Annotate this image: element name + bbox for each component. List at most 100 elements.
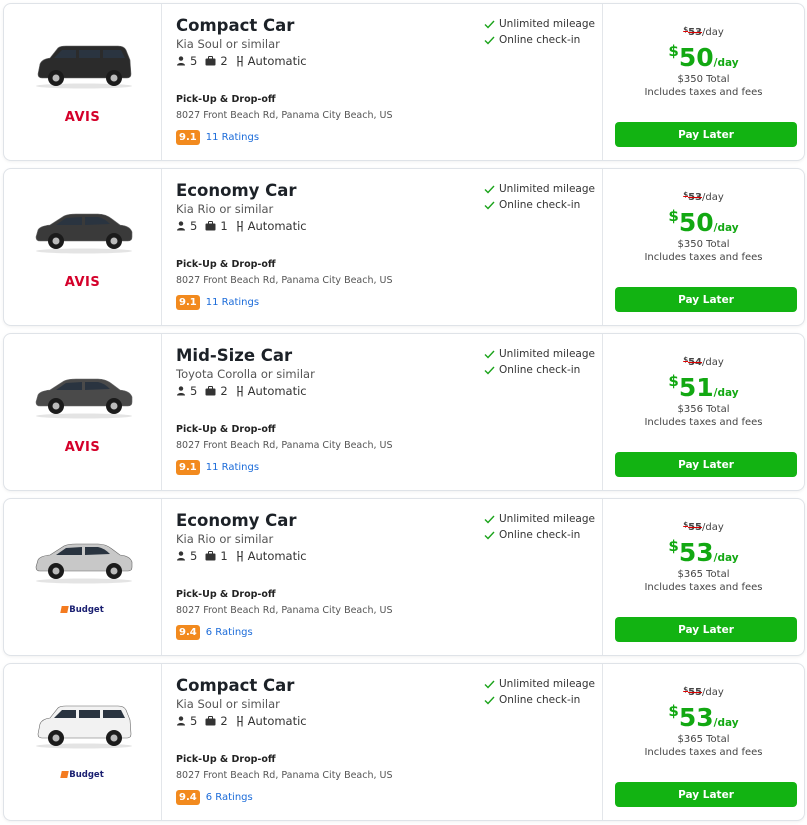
checkmark-icon — [484, 366, 495, 375]
price-currency: $ — [668, 42, 679, 60]
rating-score-badge: 9.1 — [176, 295, 200, 310]
vendor-name: Budget — [69, 605, 104, 615]
pickup-dropoff-label: Pick-Up & Drop-off — [176, 94, 276, 105]
pay-later-button[interactable]: Pay Later — [615, 452, 797, 477]
car-image[interactable] — [32, 205, 136, 255]
bags-count: 2 — [220, 54, 228, 68]
feature-label: Unlimited mileage — [499, 513, 595, 525]
car-category-title[interactable]: Compact Car — [176, 676, 294, 695]
price-column: $54/day $51/day $356 Total Includes taxe… — [603, 334, 804, 490]
suitcase-icon — [205, 221, 216, 231]
seats-count: 5 — [190, 714, 198, 728]
car-info-column: Compact Car Kia Soul or similar 5 2 Auto… — [162, 664, 603, 820]
ratings-count-link[interactable]: 6 Ratings — [206, 792, 253, 803]
price-column: $53/day $50/day $350 Total Includes taxe… — [603, 169, 804, 325]
vendor-logo: AVIS — [64, 110, 101, 125]
total-price: $365 Total — [677, 569, 730, 580]
checkmark-icon — [484, 696, 495, 705]
feature-label: Unlimited mileage — [499, 18, 595, 30]
vendor-logo: AVIS — [64, 440, 101, 455]
suitcase-icon — [205, 716, 216, 726]
suitcase-icon — [205, 386, 216, 396]
gear-shift-icon — [236, 55, 243, 66]
suitcase-icon — [205, 56, 216, 66]
bags-count: 2 — [220, 714, 228, 728]
checkmark-icon — [484, 515, 495, 524]
car-category-title[interactable]: Economy Car — [176, 181, 297, 200]
pay-later-button[interactable]: Pay Later — [615, 287, 797, 312]
gear-shift-icon — [236, 385, 243, 396]
price-per-day: /day — [713, 57, 739, 69]
taxes-fees-note: Includes taxes and fees — [644, 747, 763, 758]
daily-price: $53/day — [603, 537, 804, 567]
car-image[interactable] — [32, 535, 136, 585]
ratings-count-link[interactable]: 6 Ratings — [206, 627, 253, 638]
ratings-count-link[interactable]: 11 Ratings — [206, 297, 259, 308]
transmission-label: Automatic — [247, 549, 307, 563]
pay-later-button[interactable]: Pay Later — [615, 617, 797, 642]
feature-unlimited-mileage: Unlimited mileage — [484, 16, 595, 32]
car-category-title[interactable]: Economy Car — [176, 511, 297, 530]
transmission-label: Automatic — [247, 384, 307, 398]
rating-score-badge: 9.4 — [176, 625, 200, 640]
checkmark-icon — [484, 20, 495, 29]
car-result-card[interactable]: AVIS Mid-Size Car Toyota Corolla or simi… — [3, 333, 805, 491]
feature-label: Unlimited mileage — [499, 348, 595, 360]
car-image-column: Budget — [4, 499, 162, 655]
seats-spec: 5 — [176, 54, 197, 68]
car-category-title[interactable]: Compact Car — [176, 16, 294, 35]
rating-row: 9.1 11 Ratings — [176, 130, 259, 145]
rating-row: 9.1 11 Ratings — [176, 295, 259, 310]
car-specs: 5 2 Automatic — [176, 384, 315, 398]
taxes-fees-note: Includes taxes and fees — [644, 582, 763, 593]
price-per-day: /day — [713, 387, 739, 399]
feature-online-checkin: Online check-in — [484, 197, 595, 213]
feature-label: Online check-in — [499, 199, 581, 211]
car-result-card[interactable]: Budget Compact Car Kia Soul or similar 5… — [3, 663, 805, 821]
gear-shift-icon — [236, 550, 243, 561]
original-price: $53/day — [603, 191, 804, 203]
car-info-column: Mid-Size Car Toyota Corolla or similar 5… — [162, 334, 603, 490]
original-price-strike: $55 — [683, 521, 703, 533]
pay-later-button[interactable]: Pay Later — [615, 782, 797, 807]
price-per-day: /day — [713, 717, 739, 729]
price-column: $55/day $53/day $365 Total Includes taxe… — [603, 664, 804, 820]
pickup-dropoff-label: Pick-Up & Drop-off — [176, 424, 276, 435]
car-result-card[interactable]: Budget Economy Car Kia Rio or similar 5 … — [3, 498, 805, 656]
car-image[interactable] — [32, 700, 136, 750]
daily-price: $50/day — [603, 207, 804, 237]
price-amount: 50 — [678, 43, 714, 72]
car-image[interactable] — [32, 40, 136, 90]
price-column: $53/day $50/day $350 Total Includes taxe… — [603, 4, 804, 160]
pickup-address: 8027 Front Beach Rd, Panama City Beach, … — [176, 110, 393, 121]
car-result-card[interactable]: AVIS Compact Car Kia Soul or similar 5 2 — [3, 3, 805, 161]
bags-spec: 2 — [205, 54, 228, 68]
car-image-column: AVIS — [4, 334, 162, 490]
transmission-spec: Automatic — [236, 54, 307, 68]
feature-unlimited-mileage: Unlimited mileage — [484, 346, 595, 362]
gear-shift-icon — [236, 715, 243, 726]
ratings-count-link[interactable]: 11 Ratings — [206, 132, 259, 143]
vendor-logo: Budget — [4, 605, 161, 615]
checkmark-icon — [484, 36, 495, 45]
rating-row: 9.4 6 Ratings — [176, 790, 253, 805]
vendor-name: Budget — [69, 770, 104, 780]
pickup-address: 8027 Front Beach Rd, Panama City Beach, … — [176, 770, 393, 781]
original-price-suffix: /day — [702, 522, 724, 533]
feature-label: Unlimited mileage — [499, 183, 595, 195]
total-price: $356 Total — [677, 404, 730, 415]
ratings-count-link[interactable]: 11 Ratings — [206, 462, 259, 473]
rating-score-badge: 9.1 — [176, 130, 200, 145]
car-model-similar: Kia Rio or similar — [176, 532, 274, 546]
bags-spec: 2 — [205, 384, 228, 398]
person-icon — [177, 56, 185, 66]
person-icon — [177, 386, 185, 396]
budget-logo-mark — [60, 606, 69, 613]
pay-later-button[interactable]: Pay Later — [615, 122, 797, 147]
car-result-card[interactable]: AVIS Economy Car Kia Rio or similar 5 1 — [3, 168, 805, 326]
seats-count: 5 — [190, 219, 198, 233]
car-category-title[interactable]: Mid-Size Car — [176, 346, 292, 365]
car-image[interactable] — [32, 370, 136, 420]
daily-price: $51/day — [603, 372, 804, 402]
price-per-day: /day — [713, 552, 739, 564]
